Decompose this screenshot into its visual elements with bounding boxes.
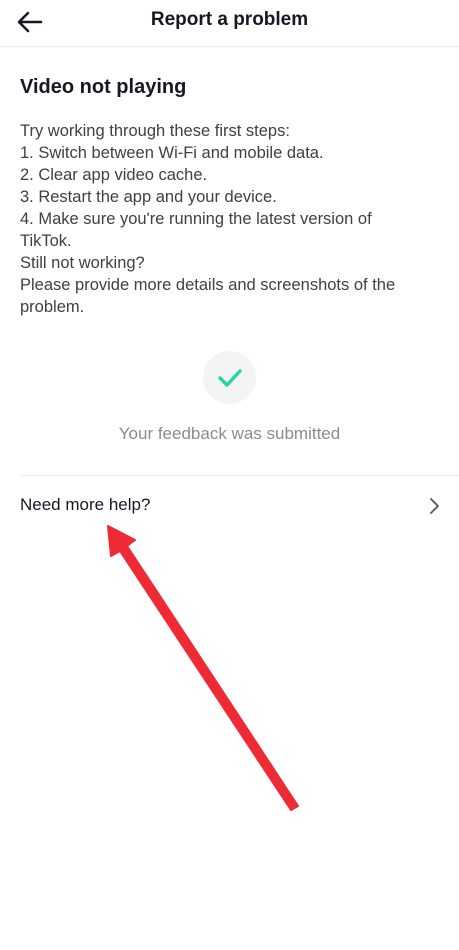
feedback-status: Your feedback was submitted: [118, 424, 341, 443]
top-bar: Report a problem: [0, 0, 459, 47]
chevron-right-icon: [430, 498, 439, 514]
problem-title: Video not playing: [20, 76, 187, 98]
steps-line: TikTok.: [20, 232, 72, 250]
steps-line: 2. Clear app video cache.: [20, 166, 208, 184]
steps-line: 1. Switch between Wi-Fi and mobile data.: [20, 144, 324, 162]
steps-line: Still not working?: [20, 254, 145, 272]
steps-line: problem.: [20, 298, 85, 316]
need-more-help-row[interactable]: Need more help?: [0, 476, 459, 536]
steps-line: Try working through these first steps:: [20, 122, 290, 140]
troubleshooting-steps: Try working through these first steps: 1…: [20, 120, 440, 318]
need-more-help-label: Need more help?: [20, 495, 151, 514]
success-badge: [203, 351, 256, 404]
check-icon: [217, 368, 242, 387]
steps-line: 4. Make sure you're running the latest v…: [20, 210, 372, 228]
steps-line: 3. Restart the app and your device.: [20, 188, 277, 206]
page-title: Report a problem: [150, 9, 309, 30]
steps-line: Please provide more details and screensh…: [20, 276, 396, 294]
